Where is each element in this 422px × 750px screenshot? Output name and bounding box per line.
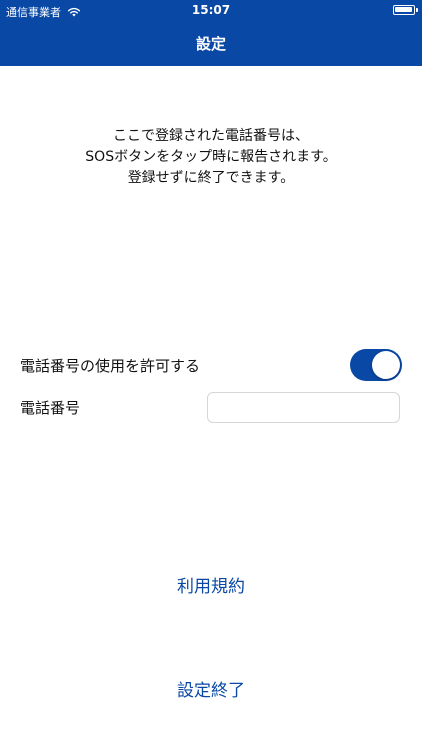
battery-level	[395, 7, 412, 12]
page-title: 設定	[195, 35, 226, 53]
status-bar: 通信事業者 15:07	[0, 0, 422, 20]
info-message-line: 登録せずに終了できます。	[127, 170, 295, 186]
info-message: ここで登録された電話番号は、 SOSボタンをタップ時に報告されます。 登録せずに…	[20, 126, 402, 189]
finish-settings-button[interactable]: 設定終了	[0, 676, 422, 701]
phone-label: 電話番号	[20, 399, 81, 417]
phone-number-input[interactable]	[207, 392, 400, 423]
allow-phone-label: 電話番号の使用を許可する	[20, 357, 201, 375]
info-message-line: ここで登録された電話番号は、	[113, 128, 309, 144]
battery-icon	[393, 5, 418, 15]
info-message-line: SOSボタンをタップ時に報告されます。	[85, 149, 337, 165]
top-bar: 通信事業者 15:07 設定	[0, 0, 422, 66]
toggle-knob[interactable]	[372, 351, 400, 379]
status-time: 15:07	[191, 3, 231, 17]
allow-phone-toggle[interactable]	[350, 349, 402, 381]
terms-link[interactable]: 利用規約	[0, 572, 422, 597]
